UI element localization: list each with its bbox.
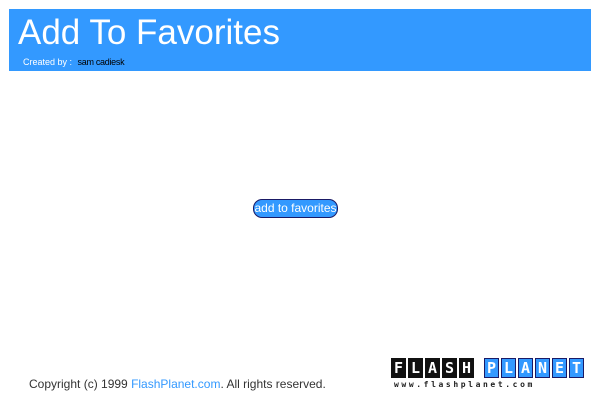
logo-planet-letter-4: N: [535, 358, 550, 378]
logo-flash-letter-4: S: [442, 358, 457, 378]
logo-flash-letter-2: L: [408, 358, 423, 378]
logo-planet-letter-5: E: [552, 358, 567, 378]
add-to-favorites-button[interactable]: add to favorites: [253, 199, 338, 218]
copyright-notice: Copyright (c) 1999 FlashPlanet.com. All …: [29, 377, 326, 391]
logo-word-planet: PLANET: [484, 358, 586, 378]
logo-url-text: www.flashplanet.com: [394, 380, 535, 389]
copyright-suffix: . All rights reserved.: [220, 377, 326, 391]
created-by-label: Created by :: [23, 57, 73, 67]
page-title: Add To Favorites: [18, 13, 280, 52]
logo-planet-letter-6: T: [569, 358, 584, 378]
header-banner: Add To Favorites Created by : sam cadies…: [9, 9, 591, 71]
flashplanet-logo[interactable]: FLASH PLANET www.flashplanet.com: [391, 358, 587, 393]
creator-name: sam cadiesk: [77, 57, 125, 67]
logo-flash-letter-5: H: [459, 358, 474, 378]
logo-flash-letter-1: F: [391, 358, 406, 378]
logo-flash-letter-3: A: [425, 358, 440, 378]
logo-word-flash: FLASH: [391, 358, 476, 378]
logo-planet-letter-3: A: [518, 358, 533, 378]
logo-planet-letter-1: P: [484, 358, 499, 378]
copyright-prefix: Copyright (c) 1999: [29, 377, 128, 391]
logo-planet-letter-2: L: [501, 358, 516, 378]
creator-credit: Created by : sam cadiesk: [23, 56, 125, 68]
flashplanet-link[interactable]: FlashPlanet.com: [131, 377, 220, 391]
